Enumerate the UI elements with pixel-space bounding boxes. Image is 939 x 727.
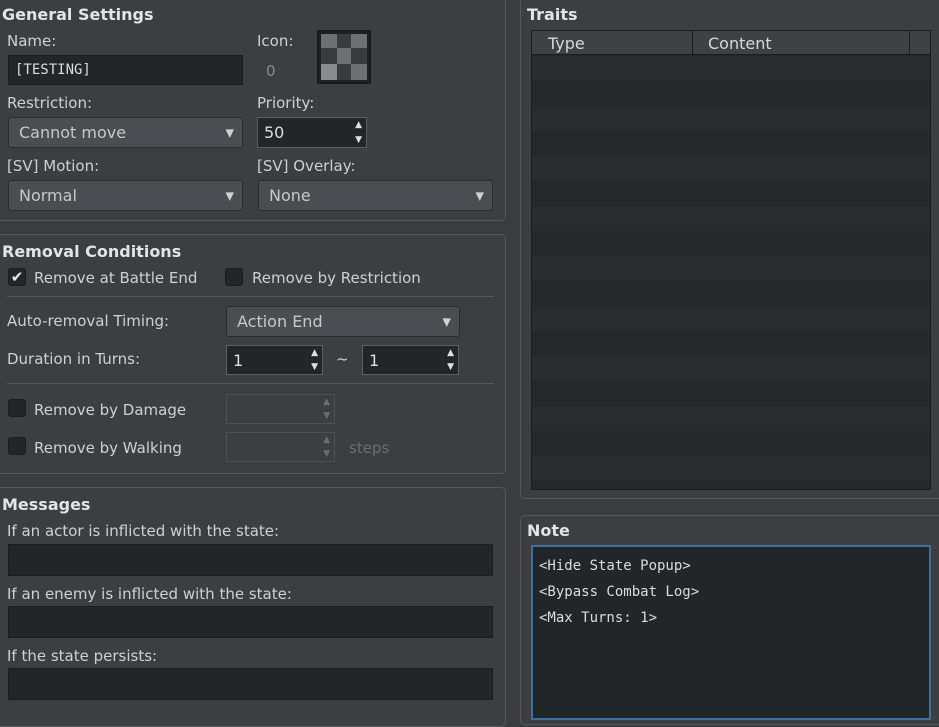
trait-row[interactable] bbox=[532, 331, 930, 356]
trait-row[interactable] bbox=[532, 56, 930, 81]
spinner-arrows-icon[interactable]: ▲ ▼ bbox=[311, 348, 318, 372]
remove-by-walking-label[interactable]: Remove by Walking bbox=[34, 439, 182, 457]
timing-label: Auto-removal Timing: bbox=[7, 312, 170, 330]
priority-spinbox[interactable]: 50 ▲ ▼ bbox=[257, 117, 367, 148]
overlay-label: [SV] Overlay: bbox=[257, 157, 356, 175]
note-line: <Max Turns: 1> bbox=[539, 610, 658, 626]
traits-header: Type Content bbox=[532, 31, 930, 55]
restriction-value: Cannot move bbox=[19, 123, 127, 142]
traits-col-content-label: Content bbox=[708, 33, 772, 53]
trait-row[interactable] bbox=[532, 231, 930, 256]
trait-row[interactable] bbox=[532, 356, 930, 381]
trait-row[interactable] bbox=[532, 406, 930, 431]
general-settings-title: General Settings bbox=[2, 5, 154, 24]
trait-row[interactable] bbox=[532, 281, 930, 306]
overlay-value: None bbox=[269, 186, 311, 205]
removal-conditions-title: Removal Conditions bbox=[2, 242, 182, 261]
duration-max-value: 1 bbox=[369, 350, 380, 370]
persist-message-input[interactable] bbox=[8, 668, 493, 700]
chevron-down-icon: ▼ bbox=[225, 126, 234, 139]
trait-row[interactable] bbox=[532, 381, 930, 406]
trait-row[interactable] bbox=[532, 456, 930, 481]
remove-by-damage-label[interactable]: Remove by Damage bbox=[34, 401, 186, 419]
remove-by-walking-checkbox[interactable] bbox=[8, 437, 26, 455]
duration-min-value: 1 bbox=[233, 350, 244, 370]
restriction-select[interactable]: Cannot move ▼ bbox=[8, 117, 243, 148]
damage-percent-spinbox: ▲ ▼ bbox=[226, 394, 335, 424]
spinner-arrows-icon[interactable]: ▲ ▼ bbox=[355, 120, 362, 145]
traits-list[interactable]: Type Content bbox=[531, 30, 931, 490]
remove-by-restriction-checkbox[interactable] bbox=[225, 268, 243, 286]
note-line: <Bypass Combat Log> bbox=[539, 584, 700, 600]
actor-message-input[interactable] bbox=[8, 544, 493, 576]
note-title: Note bbox=[527, 521, 570, 540]
icon-label: Icon: bbox=[257, 32, 294, 50]
name-label: Name: bbox=[7, 32, 57, 50]
spinner-arrows-icon[interactable]: ▲ ▼ bbox=[447, 348, 454, 372]
trait-row[interactable] bbox=[532, 481, 930, 489]
timing-select[interactable]: Action End ▼ bbox=[226, 306, 460, 337]
duration-label: Duration in Turns: bbox=[7, 350, 141, 368]
trait-row[interactable] bbox=[532, 181, 930, 206]
checkmark-icon: ✔ bbox=[10, 267, 24, 286]
enemy-message-input[interactable] bbox=[8, 606, 493, 638]
walking-steps-spinbox: ▲ ▼ bbox=[226, 432, 335, 462]
messages-title: Messages bbox=[2, 495, 91, 514]
enemy-message-label: If an enemy is inflicted with the state: bbox=[7, 585, 292, 603]
trait-row[interactable] bbox=[532, 131, 930, 156]
trait-row[interactable] bbox=[532, 306, 930, 331]
traits-col-content[interactable]: Content bbox=[693, 31, 910, 55]
name-input[interactable]: [TESTING] bbox=[8, 55, 243, 85]
note-line: <Hide State Popup> bbox=[539, 558, 691, 574]
remove-by-damage-checkbox[interactable] bbox=[8, 399, 26, 417]
trait-row[interactable] bbox=[532, 156, 930, 181]
remove-by-restriction-label[interactable]: Remove by Restriction bbox=[252, 269, 421, 287]
duration-max-spinbox[interactable]: 1 ▲ ▼ bbox=[362, 345, 459, 375]
steps-label: steps bbox=[349, 439, 390, 457]
priority-value: 50 bbox=[264, 123, 285, 142]
traits-title: Traits bbox=[527, 5, 578, 24]
chevron-down-icon: ▼ bbox=[442, 315, 451, 328]
traits-col-type[interactable]: Type bbox=[532, 31, 693, 55]
battle-end-label[interactable]: Remove at Battle End bbox=[34, 269, 197, 287]
spinner-arrows-icon: ▲ ▼ bbox=[323, 435, 330, 459]
checker-icon bbox=[321, 34, 367, 80]
trait-row[interactable] bbox=[532, 206, 930, 231]
icon-index: 0 bbox=[266, 62, 276, 80]
spinner-arrows-icon: ▲ ▼ bbox=[323, 397, 330, 421]
duration-min-spinbox[interactable]: 1 ▲ ▼ bbox=[226, 345, 323, 375]
persist-message-label: If the state persists: bbox=[7, 647, 158, 665]
trait-row[interactable] bbox=[532, 256, 930, 281]
motion-value: Normal bbox=[19, 186, 77, 205]
traits-col-type-label: Type bbox=[548, 33, 585, 53]
chevron-down-icon: ▼ bbox=[475, 189, 484, 202]
motion-select[interactable]: Normal ▼ bbox=[8, 180, 243, 211]
overlay-select[interactable]: None ▼ bbox=[258, 180, 493, 211]
trait-row[interactable] bbox=[532, 106, 930, 131]
timing-value: Action End bbox=[237, 312, 323, 331]
actor-message-label: If an actor is inflicted with the state: bbox=[7, 522, 280, 540]
trait-row[interactable] bbox=[532, 81, 930, 106]
removal-divider-1 bbox=[7, 296, 494, 297]
chevron-down-icon: ▼ bbox=[225, 189, 234, 202]
battle-end-checkbox[interactable]: ✔ bbox=[8, 268, 26, 286]
restriction-label: Restriction: bbox=[7, 94, 93, 112]
note-textarea[interactable]: <Hide State Popup> <Bypass Combat Log> <… bbox=[531, 545, 931, 720]
trait-row[interactable] bbox=[532, 431, 930, 456]
duration-tilde: ~ bbox=[336, 350, 349, 368]
priority-label: Priority: bbox=[257, 94, 315, 112]
motion-label: [SV] Motion: bbox=[7, 157, 100, 175]
removal-divider-2 bbox=[7, 383, 494, 384]
state-icon-picker[interactable] bbox=[317, 30, 371, 84]
